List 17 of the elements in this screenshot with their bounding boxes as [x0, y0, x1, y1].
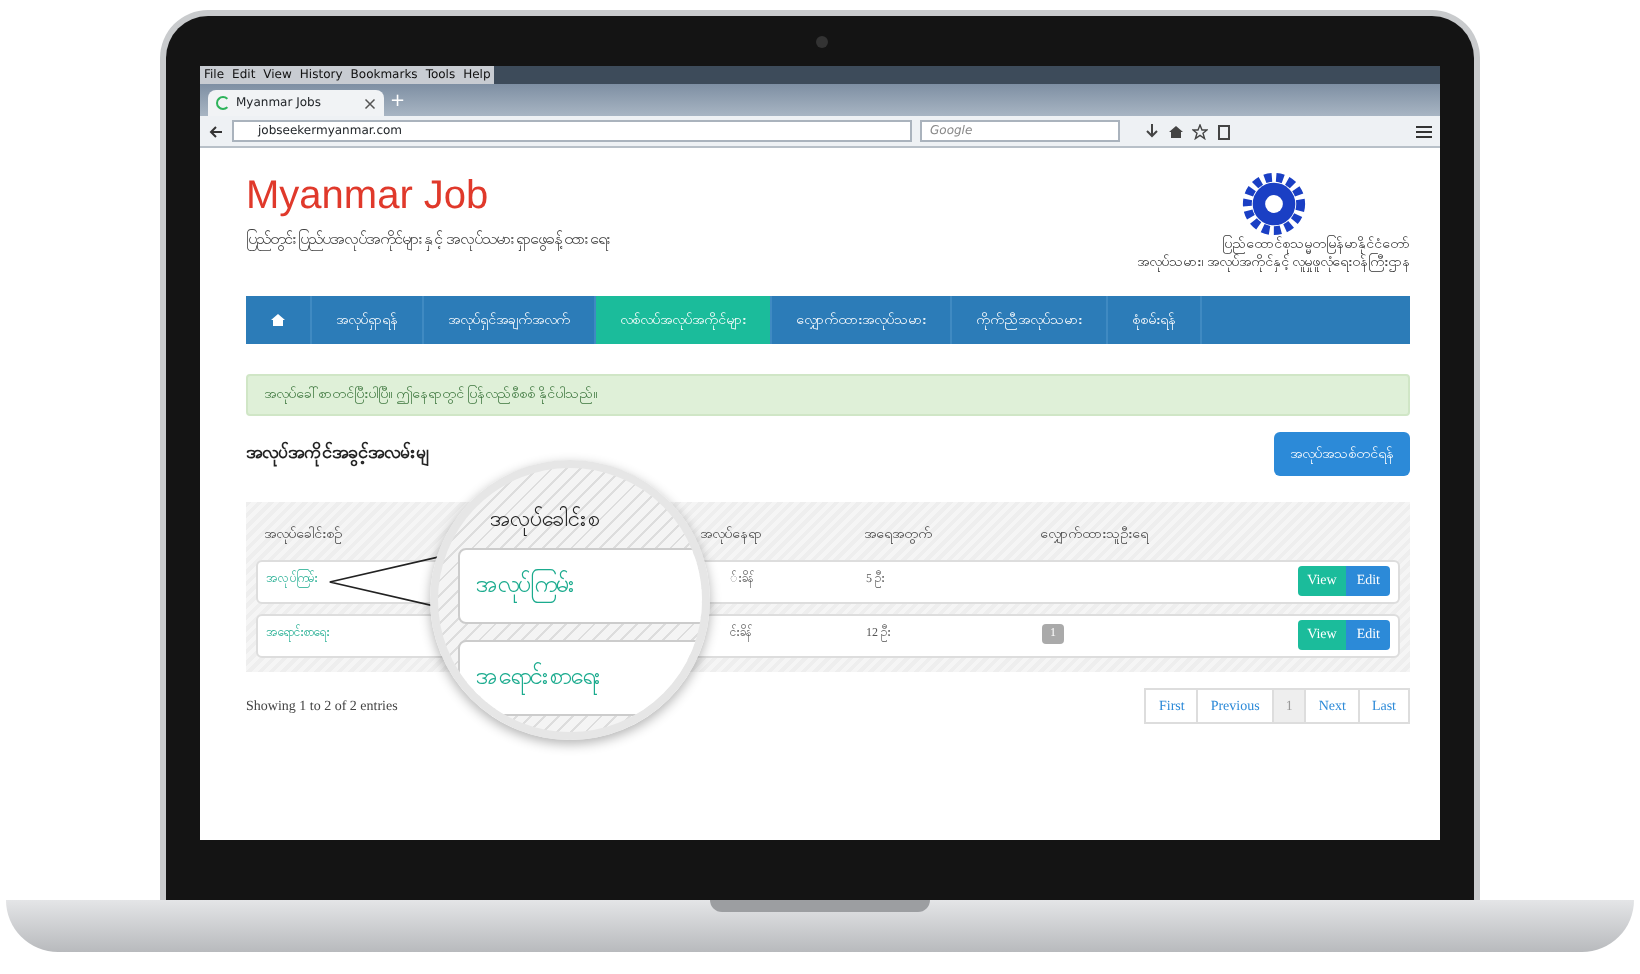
loading-icon — [216, 96, 230, 110]
section-heading: အလုပ်အကိုင်အခွင့်အလမ်းမျ — [246, 440, 428, 467]
new-tab-button[interactable]: + — [390, 90, 406, 116]
magnified-heading: အလုပ်ခေါင်းစ — [490, 504, 600, 537]
download-icon[interactable] — [1144, 123, 1160, 139]
site-title: Myanmar Job — [246, 172, 491, 220]
home-icon[interactable] — [1168, 123, 1184, 139]
site-tagline: ပြည်တွင်းပြည်ပအလုပ်အကိုင်များနှင့် အလုပ်သမားရှာဖွေခန့်ထားရေး — [246, 228, 612, 252]
gear-logo-icon — [1241, 172, 1306, 236]
menu-icon[interactable] — [1416, 123, 1432, 139]
clipboard-icon[interactable] — [1216, 123, 1232, 139]
close-icon[interactable] — [364, 97, 376, 109]
camera-icon — [816, 36, 828, 48]
star-icon[interactable] — [1192, 123, 1208, 139]
magnified-cell: အလုပ်ကြမ်း — [458, 548, 702, 624]
home-icon — [270, 312, 286, 328]
back-icon[interactable] — [208, 123, 224, 139]
